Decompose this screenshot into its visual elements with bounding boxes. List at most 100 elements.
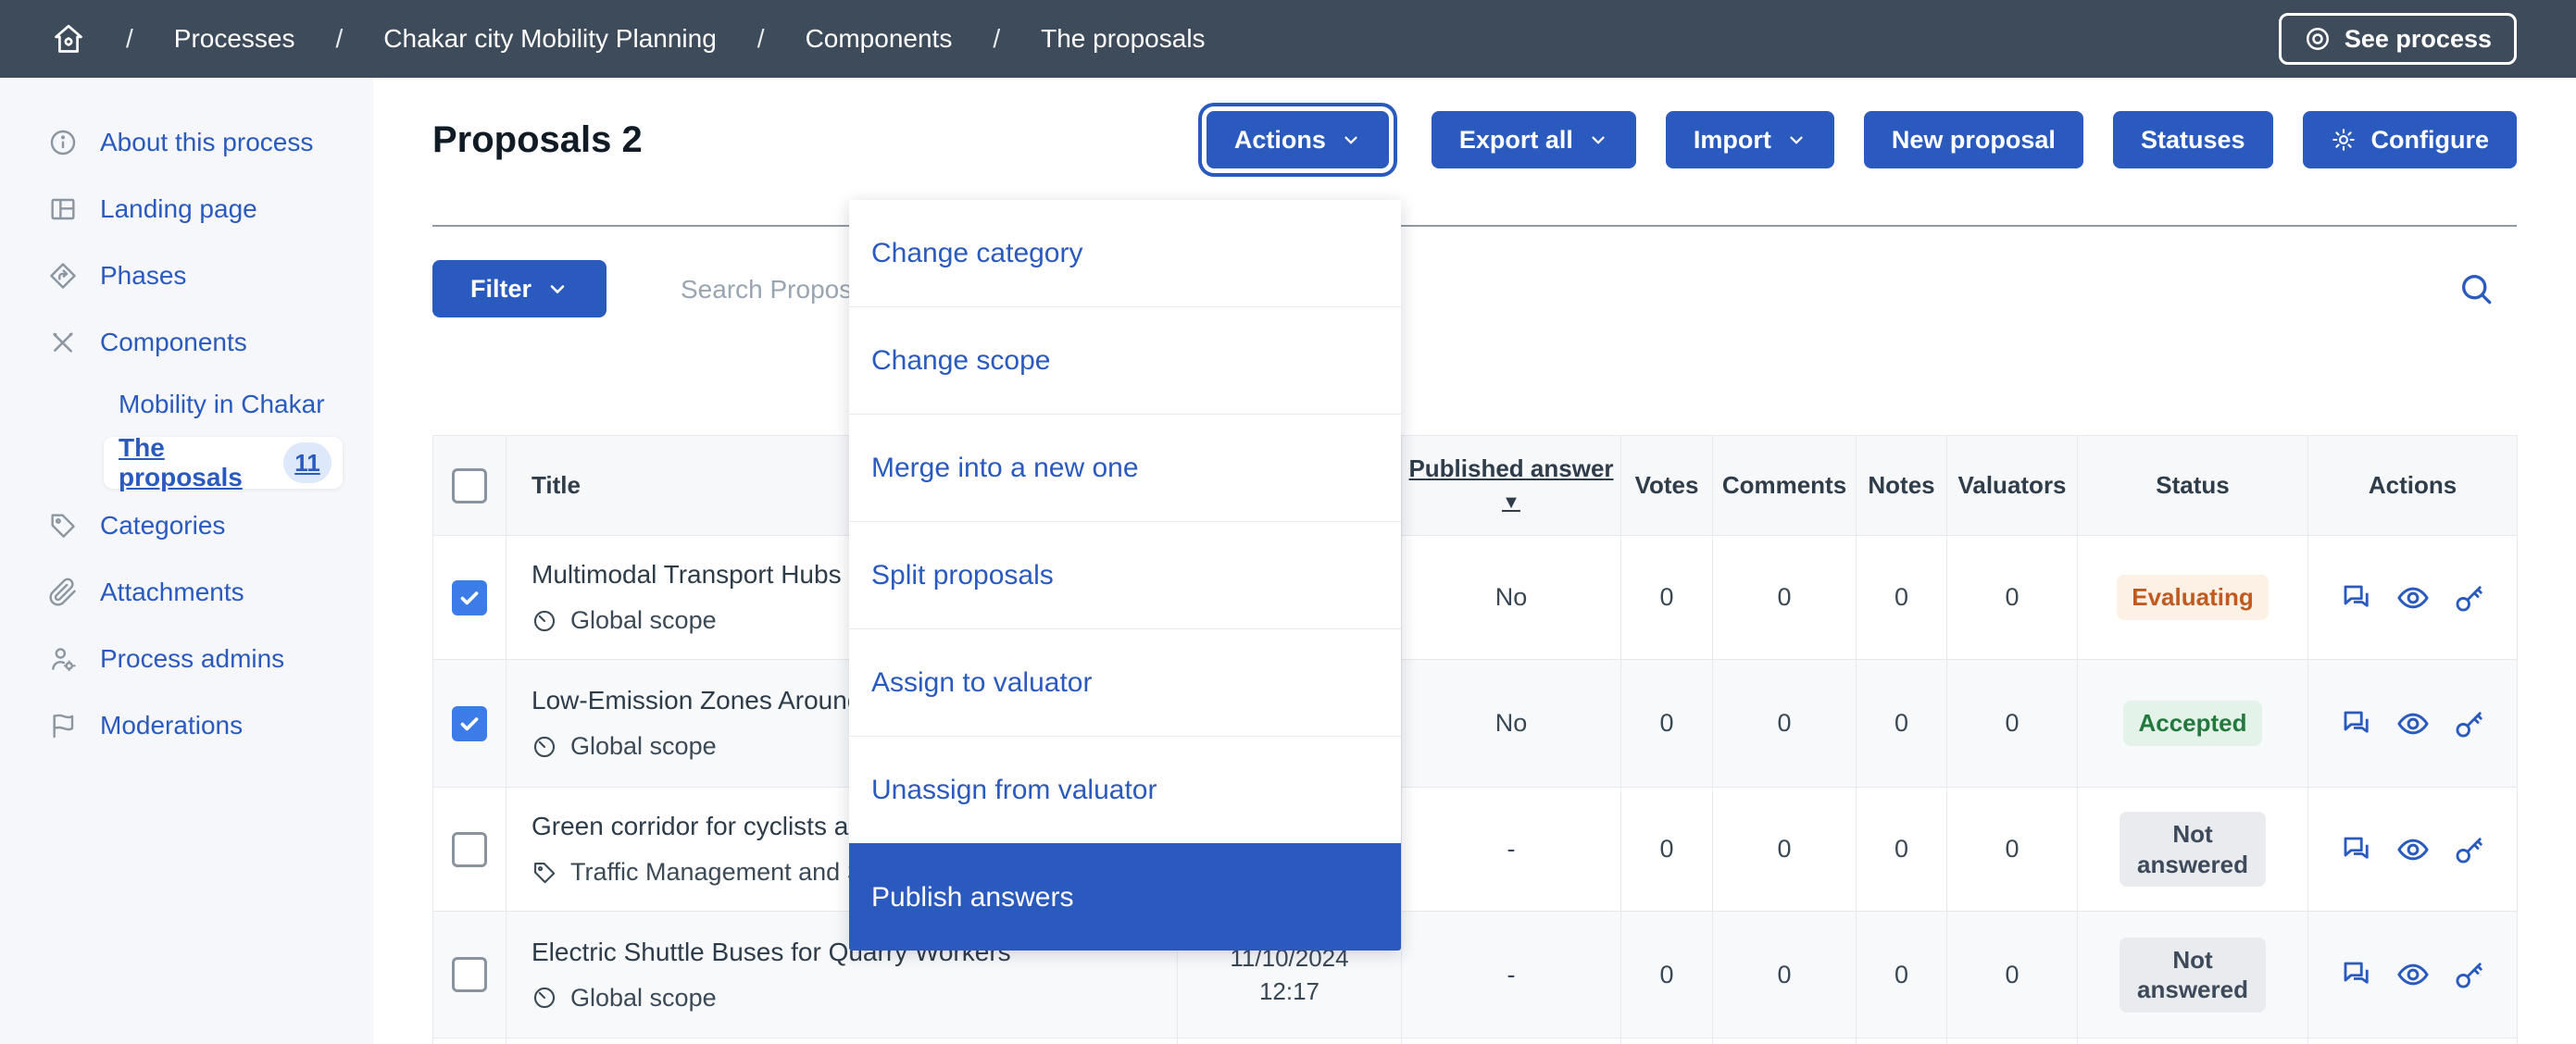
- sidebar-item-moderations[interactable]: Moderations: [0, 692, 373, 759]
- home-icon[interactable]: [52, 22, 85, 56]
- valuators-cell: 0: [1946, 787, 2078, 912]
- tag-icon: [48, 511, 78, 541]
- menu-item-change-scope[interactable]: Change scope: [849, 306, 1401, 414]
- filter-button[interactable]: Filter: [432, 260, 606, 317]
- header-comments: Comments: [1712, 435, 1857, 536]
- sidebar-item-components[interactable]: Components: [0, 309, 373, 376]
- breadcrumb-separator: /: [993, 24, 1001, 53]
- sidebar-item-process-admins[interactable]: Process admins: [0, 626, 373, 692]
- status-badge: Not answered: [2120, 812, 2266, 887]
- page-title: Proposals 2: [432, 118, 643, 160]
- preview-eye-icon[interactable]: [2395, 706, 2431, 741]
- sidebar-item-mobility-in-chakar[interactable]: Mobility in Chakar: [0, 376, 373, 433]
- comment-icon[interactable]: [2340, 958, 2373, 991]
- paperclip-icon: [48, 578, 78, 607]
- published-answer-sort-link[interactable]: Published answer ▼: [1402, 453, 1620, 518]
- sidebar-item-categories[interactable]: Categories: [0, 492, 373, 559]
- breadcrumb-current[interactable]: The proposals: [1041, 24, 1205, 54]
- export-all-button[interactable]: Export all: [1431, 111, 1636, 168]
- tools-icon: [48, 328, 78, 357]
- preview-eye-icon[interactable]: [2395, 957, 2431, 992]
- votes-cell: 0: [1620, 787, 1713, 912]
- menu-item-change-category[interactable]: Change category: [849, 200, 1401, 306]
- new-proposal-button[interactable]: New proposal: [1863, 111, 2083, 168]
- votes-cell: 0: [1620, 535, 1713, 660]
- gear-icon: [2331, 127, 2357, 153]
- preview-eye-icon[interactable]: [2395, 832, 2431, 867]
- statuses-button[interactable]: Statuses: [2112, 111, 2273, 168]
- row-checkbox[interactable]: [452, 957, 487, 992]
- import-button[interactable]: Import: [1665, 111, 1834, 168]
- notes-cell: 0: [1856, 787, 1947, 912]
- chevron-down-icon: [546, 278, 569, 300]
- main-content: Proposals 2 Actions Export all Import Ne…: [373, 78, 2576, 1044]
- header-divider: [432, 225, 2517, 227]
- sidebar-item-attachments[interactable]: Attachments: [0, 559, 373, 626]
- sidebar-item-label: Categories: [100, 511, 226, 540]
- filter-row: Filter: [373, 260, 2576, 319]
- row-select-cell: [432, 535, 506, 660]
- sidebar-item-label: Phases: [100, 261, 187, 290]
- menu-item-unassign-from-valuator[interactable]: Unassign from valuator: [849, 736, 1401, 843]
- proposal-scope: Global scope: [570, 983, 717, 1012]
- permissions-key-icon[interactable]: [2453, 958, 2486, 991]
- published-answer-cell: No: [1401, 535, 1621, 660]
- votes-cell: 0: [1620, 659, 1713, 788]
- sidebar-item-label: Process admins: [100, 644, 285, 673]
- phases-icon: [48, 261, 78, 291]
- chevron-down-icon: [1786, 130, 1807, 150]
- breadcrumb-processes[interactable]: Processes: [174, 24, 295, 54]
- comment-icon[interactable]: [2340, 707, 2373, 740]
- table-row: Low-Emission Zones Around I Global scope…: [432, 659, 2518, 788]
- configure-button[interactable]: Configure: [2302, 111, 2517, 168]
- breadcrumb-components[interactable]: Components: [806, 24, 953, 54]
- table-row: Multimodal Transport Hubs Global scope N…: [432, 535, 2518, 660]
- status-cell: Evaluating: [2077, 535, 2308, 660]
- sidebar-active-wrap: The proposals 11: [0, 433, 373, 492]
- valuators-cell: 0: [1946, 911, 2078, 1038]
- menu-item-merge-into-new[interactable]: Merge into a new one: [849, 414, 1401, 521]
- sidebar: About this process Landing page Phases C…: [0, 78, 373, 1044]
- breadcrumb-separator: /: [126, 24, 133, 53]
- sidebar-item-label: Moderations: [100, 711, 244, 740]
- breadcrumb-process-name[interactable]: Chakar city Mobility Planning: [383, 24, 717, 54]
- search-icon[interactable]: [2457, 269, 2495, 308]
- breadcrumb-separator: /: [335, 24, 344, 53]
- votes-cell: 0: [1620, 911, 1713, 1038]
- header-actions: Actions: [2307, 435, 2518, 536]
- table-header: Title Published answer ▼ Votes Comments …: [432, 435, 2518, 536]
- sidebar-active-label: The proposals: [119, 433, 243, 491]
- sidebar-item-landing-page[interactable]: Landing page: [0, 176, 373, 242]
- chevron-down-icon: [1341, 130, 1361, 150]
- see-process-button[interactable]: See process: [2278, 13, 2517, 65]
- permissions-key-icon[interactable]: [2453, 707, 2486, 740]
- header-notes: Notes: [1856, 435, 1947, 536]
- published-answer-cell: -: [1401, 911, 1621, 1038]
- permissions-key-icon[interactable]: [2453, 833, 2486, 866]
- select-all-checkbox[interactable]: [452, 467, 487, 503]
- comment-icon[interactable]: [2340, 833, 2373, 866]
- proposal-scope: Global scope: [570, 732, 717, 760]
- table-row-partial: [432, 1038, 2518, 1044]
- row-checkbox[interactable]: [452, 705, 487, 741]
- comment-icon[interactable]: [2340, 581, 2373, 615]
- chevron-down-icon: [1588, 130, 1608, 150]
- sidebar-item-about[interactable]: About this process: [0, 109, 373, 176]
- row-checkbox[interactable]: [452, 831, 487, 867]
- actions-button-label: Actions: [1233, 125, 1326, 154]
- new-proposal-label: New proposal: [1891, 125, 2056, 154]
- actions-button[interactable]: Actions: [1206, 111, 1389, 168]
- layout-icon: [48, 194, 78, 224]
- actions-cell: [2307, 911, 2518, 1038]
- menu-item-assign-to-valuator[interactable]: Assign to valuator: [849, 628, 1401, 736]
- comments-cell: 0: [1712, 659, 1857, 788]
- sidebar-item-phases[interactable]: Phases: [0, 242, 373, 309]
- menu-item-publish-answers[interactable]: Publish answers: [849, 843, 1401, 951]
- permissions-key-icon[interactable]: [2453, 581, 2486, 615]
- menu-item-split-proposals[interactable]: Split proposals: [849, 521, 1401, 628]
- export-all-label: Export all: [1458, 125, 1573, 154]
- preview-eye-icon[interactable]: [2395, 580, 2431, 615]
- row-checkbox[interactable]: [452, 579, 487, 615]
- sidebar-item-the-proposals[interactable]: The proposals 11: [104, 433, 343, 491]
- header-status: Status: [2077, 435, 2308, 536]
